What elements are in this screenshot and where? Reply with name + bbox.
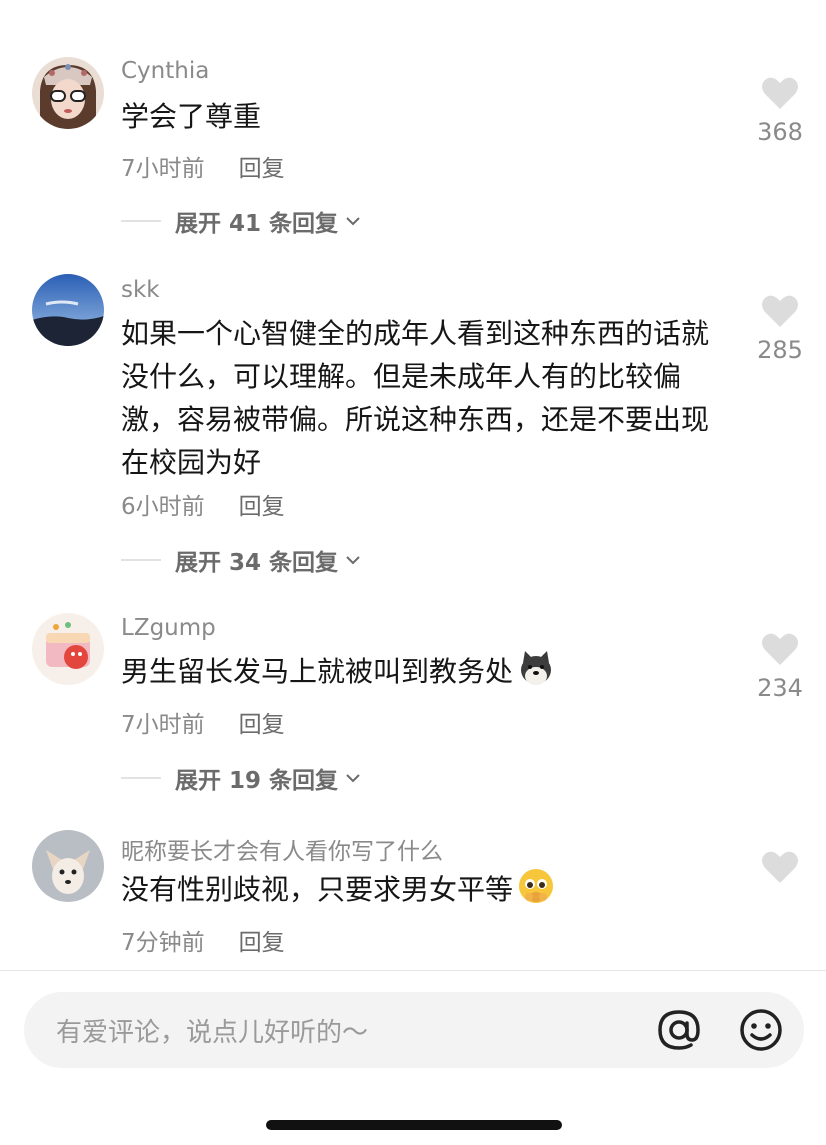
- smiley-icon[interactable]: [736, 1005, 786, 1055]
- username[interactable]: LZgump: [121, 615, 216, 641]
- timestamp: 7小时前: [121, 712, 205, 738]
- comment-text-content: 没有性别歧视，只要求男女平等: [121, 873, 514, 906]
- like-button[interactable]: 234: [740, 632, 820, 702]
- at-icon[interactable]: [654, 1005, 704, 1055]
- reply-button[interactable]: 回复: [239, 494, 285, 520]
- heart-icon: [762, 295, 798, 327]
- expand-replies-button[interactable]: 展开 41 条回复: [121, 206, 362, 237]
- expand-replies-button[interactable]: 展开 34 条回复: [121, 545, 362, 576]
- username[interactable]: skk: [121, 277, 160, 303]
- timestamp: 7分钟前: [121, 930, 205, 956]
- heart-icon: [762, 633, 798, 665]
- reply-button[interactable]: 回复: [239, 930, 285, 956]
- like-count: 285: [757, 336, 803, 364]
- comment-text: 学会了尊重: [121, 100, 262, 133]
- like-count: 234: [757, 674, 803, 702]
- reply-button[interactable]: 回复: [239, 712, 285, 738]
- chevron-down-icon: [346, 774, 360, 783]
- like-button[interactable]: 368: [740, 76, 820, 146]
- input-divider: [0, 970, 826, 971]
- like-button[interactable]: 285: [740, 294, 820, 364]
- comment-text: 如果一个心智健全的成年人看到这种东西的话就没什么，可以理解。但是未成年人有的比较…: [121, 317, 710, 479]
- comment-meta: 7小时前 回复: [121, 705, 285, 739]
- comment-input-bar[interactable]: 有爱评论，说点儿好听的～: [24, 992, 804, 1068]
- chevron-down-icon: [346, 556, 360, 565]
- avatar[interactable]: [32, 57, 104, 129]
- avatar[interactable]: [32, 613, 104, 685]
- username[interactable]: 昵称要长才会有人看你写了什么: [121, 832, 443, 866]
- dog-emoji: [521, 651, 552, 685]
- pleading-face-emoji: [519, 869, 554, 903]
- avatar[interactable]: [32, 830, 104, 902]
- expand-divider: [121, 559, 161, 561]
- expand-replies-button[interactable]: 展开 19 条回复: [121, 763, 362, 794]
- comment-meta: 7分钟前 回复: [121, 923, 285, 957]
- comment-text-content: 男生留长发马上就被叫到教务处: [121, 655, 514, 688]
- heart-icon: [762, 77, 798, 109]
- comment-meta: 6小时前 回复: [121, 487, 285, 521]
- comment-meta: 7小时前 回复: [121, 149, 285, 183]
- avatar[interactable]: [32, 274, 104, 346]
- reply-button[interactable]: 回复: [239, 156, 285, 182]
- expand-divider: [121, 777, 161, 779]
- like-count: 368: [757, 118, 803, 146]
- expand-divider: [121, 220, 161, 222]
- like-button[interactable]: [740, 850, 820, 884]
- expand-replies-label: 展开 41 条回复: [175, 211, 339, 237]
- comment-text: 男生留长发马上就被叫到教务处: [121, 649, 731, 693]
- expand-replies-label: 展开 34 条回复: [175, 550, 339, 576]
- comment-text: 没有性别歧视，只要求男女平等: [121, 867, 731, 911]
- heart-icon: [762, 851, 798, 883]
- home-indicator[interactable]: [266, 1120, 562, 1130]
- username[interactable]: Cynthia: [121, 58, 209, 84]
- timestamp: 7小时前: [121, 156, 205, 182]
- timestamp: 6小时前: [121, 494, 205, 520]
- expand-replies-label: 展开 19 条回复: [175, 768, 339, 794]
- chevron-down-icon: [346, 217, 360, 226]
